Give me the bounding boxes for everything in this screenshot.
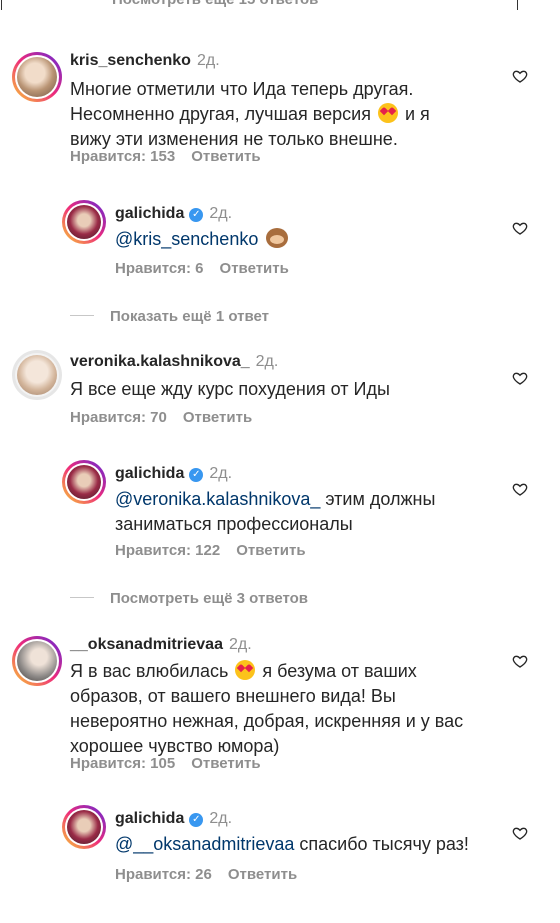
- avatar[interactable]: [62, 460, 106, 504]
- likes-count[interactable]: Нравится: 70: [70, 409, 167, 426]
- comment-text: Я в вас влюбилась я безума от ваших обра…: [70, 660, 464, 756]
- reply-button[interactable]: Ответить: [191, 148, 260, 165]
- comment-text: @__oksanadmitrievaa спасибо тысячу раз!: [115, 834, 469, 854]
- view-more-replies-link[interactable]: Посмотреть ещё 15 ответов: [112, 0, 318, 8]
- mention-link[interactable]: @__oksanadmitrievaa: [115, 834, 294, 854]
- previous-replies-cutoff: Посмотреть ещё 15 ответов: [0, 0, 560, 22]
- comment-username[interactable]: galichida: [115, 810, 184, 827]
- avatar[interactable]: [12, 636, 62, 686]
- divider: [70, 597, 94, 598]
- edge-line: [1, 0, 2, 10]
- comment-username[interactable]: kris_senchenko: [70, 52, 191, 69]
- comment-text: @kris_senchenko: [115, 227, 289, 252]
- reply-button[interactable]: Ответить: [220, 260, 289, 277]
- avatar[interactable]: [62, 805, 106, 849]
- edge-line: [517, 0, 518, 10]
- comment-text: Я все еще жду курс похудения от Иды: [70, 379, 390, 399]
- comment-timestamp: 2д.: [209, 810, 233, 827]
- likes-count[interactable]: Нравится: 26: [115, 866, 212, 883]
- reply-button[interactable]: Ответить: [236, 542, 305, 559]
- comment-username[interactable]: galichida: [115, 205, 184, 222]
- comment-timestamp: 2д.: [196, 52, 220, 69]
- avatar[interactable]: [12, 350, 62, 400]
- show-more-replies[interactable]: Показать ещё 1 ответ: [70, 308, 269, 325]
- likes-count[interactable]: Нравится: 105: [70, 755, 175, 772]
- comment-text: Многие отметили что Ида теперь другая. Н…: [70, 79, 430, 149]
- comment-timestamp: 2д.: [209, 465, 233, 482]
- heart-eyes-emoji-icon: [235, 660, 256, 680]
- mention-link[interactable]: @veronika.kalashnikova_: [115, 489, 320, 509]
- avatar[interactable]: [62, 200, 106, 244]
- verified-badge-icon: ✓: [189, 208, 204, 222]
- heart-outline-icon[interactable]: [512, 220, 528, 235]
- comment-username[interactable]: veronika.kalashnikova_: [70, 353, 250, 370]
- heart-eyes-emoji-icon: [377, 103, 398, 123]
- comment-timestamp: 2д.: [228, 636, 252, 653]
- likes-count[interactable]: Нравится: 122: [115, 542, 220, 559]
- reply-button[interactable]: Ответить: [183, 409, 252, 426]
- mention-link[interactable]: @kris_senchenko: [115, 229, 258, 249]
- show-more-replies[interactable]: Посмотреть ещё 3 ответов: [70, 590, 308, 607]
- comment-timestamp: 2д.: [255, 353, 279, 370]
- comment-text: @veronika.kalashnikova_ этим должны зани…: [115, 489, 436, 534]
- verified-badge-icon: ✓: [189, 468, 204, 482]
- likes-count[interactable]: Нравится: 6: [115, 260, 204, 277]
- heart-outline-icon[interactable]: [512, 825, 528, 840]
- see-no-evil-monkey-emoji-icon: [266, 228, 289, 248]
- heart-outline-icon[interactable]: [512, 481, 528, 496]
- heart-outline-icon[interactable]: [512, 68, 528, 83]
- comment-username[interactable]: galichida: [115, 465, 184, 482]
- likes-count[interactable]: Нравится: 153: [70, 148, 175, 165]
- avatar[interactable]: [12, 52, 62, 102]
- verified-badge-icon: ✓: [189, 813, 204, 827]
- reply-button[interactable]: Ответить: [228, 866, 297, 883]
- heart-outline-icon[interactable]: [512, 370, 528, 385]
- heart-outline-icon[interactable]: [512, 653, 528, 668]
- comment-username[interactable]: __oksanadmitrievaa: [70, 636, 223, 653]
- comment-timestamp: 2д.: [209, 205, 233, 222]
- divider: [70, 315, 94, 316]
- reply-button[interactable]: Ответить: [191, 755, 260, 772]
